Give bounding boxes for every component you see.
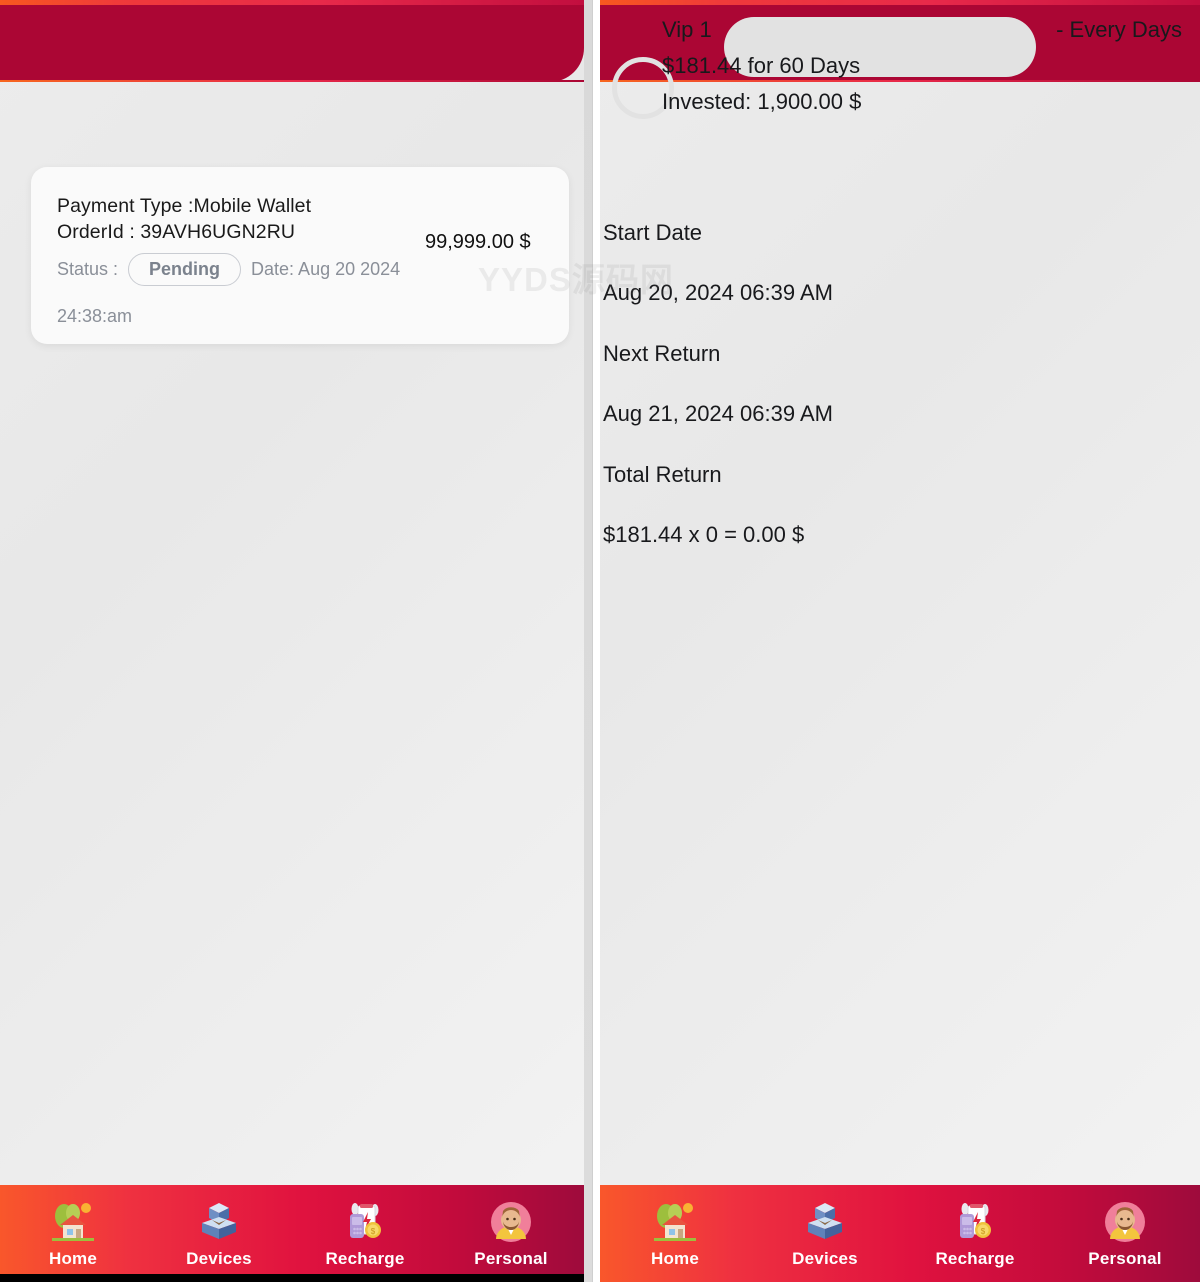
nav-item-devices[interactable]: Devices	[146, 1199, 292, 1269]
nav-item-recharge[interactable]: $ Recharge	[292, 1199, 438, 1269]
next-return-value: Aug 21, 2024 06:39 AM	[603, 399, 1197, 429]
house-icon	[50, 1199, 96, 1245]
header-top-accent-strip	[0, 0, 584, 5]
avatar-person-icon	[488, 1199, 534, 1245]
transaction-amount: 99,999.00 $	[425, 229, 543, 256]
nav-item-home[interactable]: Home	[0, 1199, 146, 1269]
transaction-card[interactable]: Payment Type :Mobile Wallet OrderId : 39…	[31, 167, 569, 344]
left-app-header	[0, 0, 584, 82]
bottom-navigation-left: Home Devices	[0, 1185, 584, 1282]
left-phone-panel: Payment Type :Mobile Wallet OrderId : 39…	[0, 0, 584, 1282]
status-label: Status :	[57, 259, 118, 280]
bottom-navigation-right: Home Devices	[600, 1185, 1200, 1282]
phone-recharge-icon: $	[952, 1199, 998, 1245]
app-screenshot: Payment Type :Mobile Wallet OrderId : 39…	[0, 0, 1200, 1282]
plan-name: Vip 1	[662, 17, 712, 42]
nav-label-devices: Devices	[186, 1249, 252, 1269]
plan-rate-row: $181.44 for 60 Days	[600, 48, 1200, 84]
nav-label-personal: Personal	[1088, 1249, 1161, 1269]
investment-plan-block: Vip 1 - Every Days $181.44 for 60 Days I…	[600, 12, 1200, 132]
transaction-time: 24:38:am	[57, 306, 539, 327]
transaction-date: Date: Aug 20 2024	[251, 259, 400, 280]
plan-name-row: Vip 1 - Every Days	[600, 12, 1200, 48]
nav-item-personal[interactable]: Personal	[438, 1199, 584, 1269]
svg-text:$: $	[371, 1227, 376, 1236]
investment-details-list: Start Date Aug 20, 2024 06:39 AM Next Re…	[603, 218, 1197, 581]
nav-label-recharge: Recharge	[325, 1249, 404, 1269]
total-return-label: Total Return	[603, 460, 1197, 490]
payment-type-text: Payment Type :Mobile Wallet	[57, 193, 457, 219]
nav-label-home: Home	[49, 1249, 97, 1269]
phone-recharge-icon: $	[342, 1199, 388, 1245]
right-phone-panel: Vip 1 - Every Days $181.44 for 60 Days I…	[600, 0, 1200, 1282]
plan-period: - Every Days	[1056, 12, 1182, 48]
next-return-label: Next Return	[603, 339, 1197, 369]
nav-item-personal-right[interactable]: Personal	[1050, 1199, 1200, 1269]
plan-invested-row: Invested: 1,900.00 $	[600, 84, 1200, 120]
nav-label-devices: Devices	[792, 1249, 858, 1269]
nav-item-home-right[interactable]: Home	[600, 1199, 750, 1269]
panel-divider	[592, 0, 600, 1282]
svg-text:$: $	[981, 1227, 986, 1236]
nav-item-devices-right[interactable]: Devices	[750, 1199, 900, 1269]
avatar-person-icon	[1102, 1199, 1148, 1245]
header-bottom-accent-strip	[0, 80, 584, 82]
status-badge: Pending	[128, 253, 241, 286]
panel-gap	[584, 0, 592, 1282]
order-id-text: OrderId : 39AVH6UGN2RU	[57, 219, 457, 245]
package-box-icon	[802, 1199, 848, 1245]
nav-label-recharge: Recharge	[935, 1249, 1014, 1269]
start-date-value: Aug 20, 2024 06:39 AM	[603, 278, 1197, 308]
header-top-accent-strip-right	[600, 0, 1200, 5]
house-icon	[652, 1199, 698, 1245]
start-date-label: Start Date	[603, 218, 1197, 248]
nav-item-recharge-right[interactable]: $ Recharge	[900, 1199, 1050, 1269]
package-box-icon	[196, 1199, 242, 1245]
transaction-meta-row: Status : Pending Date: Aug 20 2024	[57, 253, 539, 286]
bottom-black-bar	[0, 1274, 584, 1282]
nav-label-home: Home	[651, 1249, 699, 1269]
nav-label-personal: Personal	[474, 1249, 547, 1269]
transaction-head: Payment Type :Mobile Wallet OrderId : 39…	[57, 193, 457, 245]
total-return-value: $181.44 x 0 = 0.00 $	[603, 520, 1197, 550]
